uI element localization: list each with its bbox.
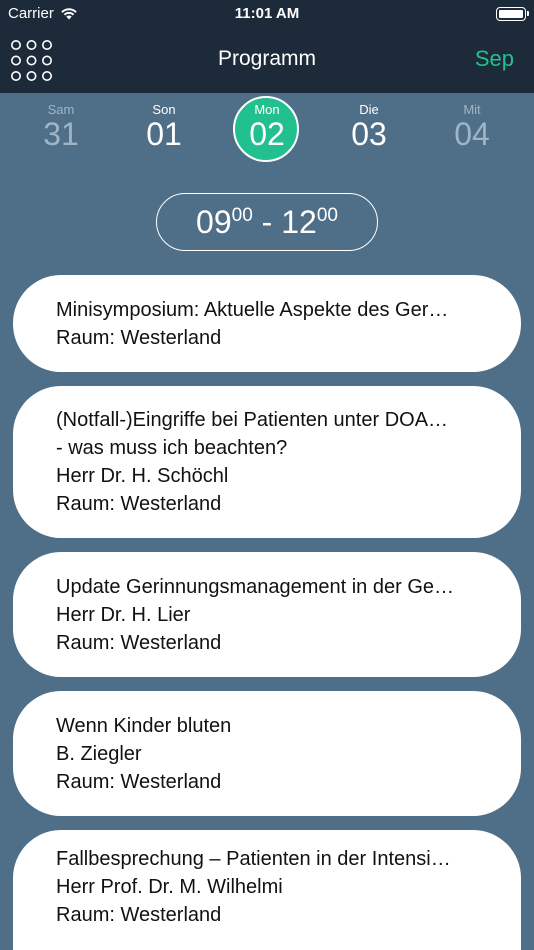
session-title: (Notfall-)Eingriffe bei Patienten unter … xyxy=(56,409,449,431)
session-speaker: Herr Dr. H. Lier xyxy=(56,603,191,626)
month-button[interactable]: Sep xyxy=(475,46,514,72)
navigation-bar: Programm Sep xyxy=(0,28,534,93)
session-title: Minisymposium: Aktuelle Aspekte des Ger… xyxy=(56,298,449,321)
session-title: Update Gerinnungsmanagement in der Ge… xyxy=(56,575,455,598)
session-title: Wenn Kinder bluten xyxy=(56,714,232,737)
day-item-selected[interactable]: Mon 02 xyxy=(232,96,302,162)
session-card[interactable]: (Notfall-)Eingriffe bei Patienten unter … xyxy=(13,386,521,538)
day-number: 03 xyxy=(351,116,387,152)
day-number: 01 xyxy=(146,116,182,152)
day-name: Mon xyxy=(254,102,280,117)
end-hour: 12 xyxy=(281,204,317,240)
day-name: Son xyxy=(152,102,176,117)
day-number: 02 xyxy=(249,116,285,152)
session-speaker: Herr Prof. Dr. M. Wilhelmi xyxy=(56,876,283,898)
day-item[interactable]: Mit 04 xyxy=(437,102,507,152)
session-title: Fallbesprechung – Patienten in der Inten… xyxy=(56,848,451,870)
day-item[interactable]: Sam 31 xyxy=(26,102,96,152)
session-room: Raum: Westerland xyxy=(56,770,222,793)
session-card[interactable]: Wenn Kinder bluten B. Ziegler Raum: West… xyxy=(13,691,521,816)
session-card[interactable]: Update Gerinnungsmanagement in der Ge… H… xyxy=(13,552,521,677)
session-room: Raum: Westerland xyxy=(56,631,222,654)
day-number: 31 xyxy=(43,116,79,152)
status-bar: Carrier 11:01 AM xyxy=(0,0,534,28)
time-slot-selector[interactable]: 0900 - 1200 xyxy=(156,193,378,251)
page-title: Programm xyxy=(217,47,317,70)
day-item[interactable]: Son 01 xyxy=(129,102,199,152)
end-minutes: 00 xyxy=(316,205,338,226)
session-speaker: B. Ziegler xyxy=(56,742,142,765)
session-speaker: Herr Dr. H. Schöchl xyxy=(56,465,229,487)
battery-icon xyxy=(496,7,529,21)
day-name: Sam xyxy=(47,102,75,117)
session-title-continued: - was muss ich beachten? xyxy=(56,437,288,459)
day-name: Mit xyxy=(463,102,481,117)
time-separator: - xyxy=(252,204,282,240)
session-card[interactable]: Fallbesprechung – Patienten in der Inten… xyxy=(13,830,521,950)
session-card[interactable]: Minisymposium: Aktuelle Aspekte des Ger…… xyxy=(13,275,521,372)
day-number: 04 xyxy=(454,116,490,152)
session-room: Raum: Westerland xyxy=(56,493,222,515)
day-item[interactable]: Die 03 xyxy=(334,102,404,152)
day-selector: Sam 31 Son 01 Mon 02 Die 03 Mit 04 xyxy=(0,93,534,183)
session-room: Raum: Westerland xyxy=(56,326,222,349)
status-time: 11:01 AM xyxy=(234,5,300,22)
start-hour: 09 xyxy=(196,204,232,240)
session-room: Raum: Westerland xyxy=(56,904,222,926)
start-minutes: 00 xyxy=(231,205,253,226)
day-name: Die xyxy=(359,102,379,117)
